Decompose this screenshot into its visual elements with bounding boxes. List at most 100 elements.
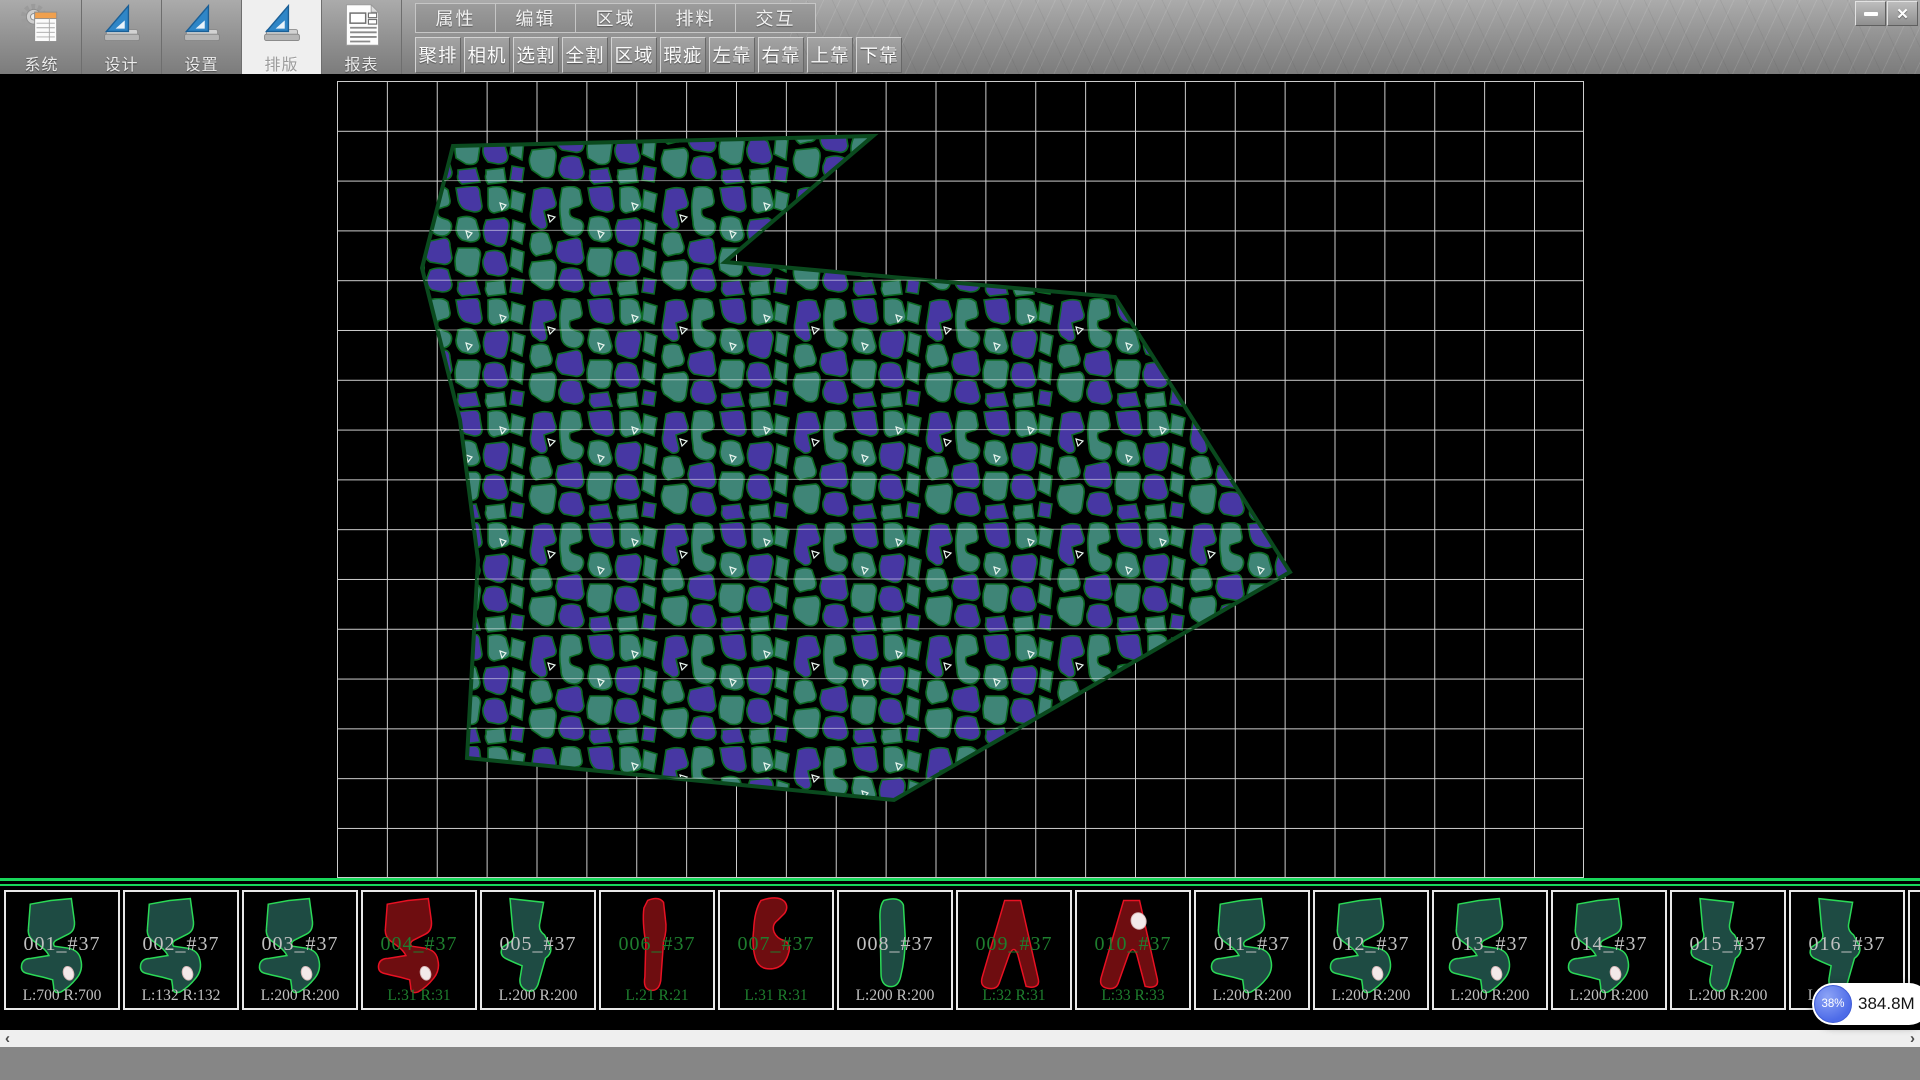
piece-thumbnail-2[interactable]: 002_#37 L:132 R:132	[123, 890, 239, 1010]
piece-lr-label: L:200 R:200	[1434, 987, 1546, 1005]
main-button-label: 报表	[344, 51, 378, 75]
accent-line	[0, 884, 1920, 886]
piece-name-label: 015_#37	[1672, 933, 1784, 956]
main-button-2[interactable]: 设计	[82, 0, 162, 74]
main-button-5[interactable]: 报表	[322, 0, 402, 74]
action-button-5[interactable]: 区域	[611, 37, 657, 73]
piece-lr-label: L:200 R:200	[1315, 987, 1427, 1005]
piece-name-label: 014_#37	[1553, 933, 1665, 956]
piece-name-label: 011_#37	[1196, 933, 1308, 956]
piece-thumbnail-4[interactable]: 004_#37 L:31 R:31	[361, 890, 477, 1010]
piece-thumbnail-12[interactable]: 012_#37 L:200 R:200	[1313, 890, 1429, 1010]
piece-lr-label: L:31 R:31	[720, 987, 832, 1005]
piece-thumbnail-10[interactable]: 010_#37 L:33 R:33	[1075, 890, 1191, 1010]
status-bar	[0, 1047, 1920, 1080]
action-button-4[interactable]: 全割	[562, 37, 608, 73]
main-button-4[interactable]: 排版	[242, 0, 322, 74]
minimize-button[interactable]	[1855, 1, 1886, 26]
triangle-ruler-icon	[260, 3, 304, 47]
piece-name-label: 002_#37	[125, 933, 237, 956]
action-button-6[interactable]: 瑕疵	[660, 37, 706, 73]
piece-thumbnail-6[interactable]: 006_#37 L:21 R:21	[599, 890, 715, 1010]
titlebar-texture	[790, 0, 1920, 74]
piece-lr-label: L:31 R:31	[363, 987, 475, 1005]
piece-lr-label: L:200 R:200	[482, 987, 594, 1005]
piece-thumbnail-15[interactable]: 015_#37 L:200 R:200	[1670, 890, 1786, 1010]
action-button-row: 聚排相机选割全割区域瑕疵左靠右靠上靠下靠	[415, 37, 902, 73]
action-button-8[interactable]: 右靠	[758, 37, 804, 73]
piece-thumbnail-7[interactable]: 007_#37 L:31 R:31	[718, 890, 834, 1010]
action-button-7[interactable]: 左靠	[709, 37, 755, 73]
action-button-3[interactable]: 选割	[513, 37, 559, 73]
piece-thumbnail-14[interactable]: 014_#37 L:200 R:200	[1551, 890, 1667, 1010]
scroll-left-arrow-icon[interactable]: ‹	[0, 1030, 15, 1047]
application-window: 系统设计设置排版报表 属性编辑区域排料交互 聚排相机选割全割区域瑕疵左靠右靠上靠…	[0, 0, 1920, 1080]
triangle-ruler-icon	[100, 3, 144, 47]
menu-button-row: 属性编辑区域排料交互	[415, 3, 816, 33]
triangle-ruler-icon	[180, 3, 224, 47]
action-button-9[interactable]: 上靠	[807, 37, 853, 73]
piece-name-label: 006_#37	[601, 933, 713, 956]
piece-lr-label: L:200 R:200	[1672, 987, 1784, 1005]
accent-line	[0, 878, 1920, 881]
menu-button-2[interactable]: 编辑	[496, 4, 576, 32]
memory-usage-label: 384.8M	[1858, 983, 1915, 1025]
piece-name-label: 008_#37	[839, 933, 951, 956]
piece-name-label: 010_#37	[1077, 933, 1189, 956]
piece-thumbnail-3[interactable]: 003_#37 L:200 R:200	[242, 890, 358, 1010]
piece-lr-label: L:200 R:200	[1553, 987, 1665, 1005]
piece-thumbnail-13[interactable]: 013_#37 L:200 R:200	[1432, 890, 1548, 1010]
menu-button-3[interactable]: 区域	[576, 4, 656, 32]
piece-lr-label: L:200 R:200	[1196, 987, 1308, 1005]
piece-name-label: 012_#37	[1315, 933, 1427, 956]
piece-name-label: 007_#37	[720, 933, 832, 956]
window-controls: ✕	[1855, 1, 1918, 26]
main-button-label: 设置	[184, 51, 218, 75]
action-button-1[interactable]: 聚排	[415, 37, 461, 73]
scroll-right-arrow-icon[interactable]: ›	[1905, 1030, 1920, 1047]
piece-lr-label: L:21 R:21	[601, 987, 713, 1005]
piece-lr-label: L:32 R:31	[958, 987, 1070, 1005]
main-button-group: 系统 设计 设置 排版 报表	[2, 0, 402, 74]
piece-thumbnail-bar: 001_#37 L:700 R:700 002_#37 L:132 R:132 003_…	[0, 878, 1920, 1030]
action-button-2[interactable]: 相机	[464, 37, 510, 73]
piece-thumbnail-9[interactable]: 009_#37 L:32 R:31	[956, 890, 1072, 1010]
piece-thumbnail-8[interactable]: 008_#37 L:200 R:200	[837, 890, 953, 1010]
menu-button-5[interactable]: 交互	[736, 4, 815, 32]
piece-name-label: 005_#37	[482, 933, 594, 956]
piece-name-label: 009_#37	[958, 933, 1070, 956]
main-button-1[interactable]: 系统	[2, 0, 82, 74]
main-button-label: 排版	[264, 51, 298, 75]
system-gear-doc-icon	[20, 3, 64, 47]
piece-name-label: 016_#37	[1791, 933, 1903, 956]
main-button-label: 系统	[24, 51, 58, 75]
status-badge: 38% 384.8M	[1812, 983, 1920, 1025]
piece-thumbnail-1[interactable]: 001_#37 L:700 R:700	[4, 890, 120, 1010]
action-button-10[interactable]: 下靠	[856, 37, 902, 73]
menu-button-1[interactable]: 属性	[416, 4, 496, 32]
menu-button-4[interactable]: 排料	[656, 4, 736, 32]
top-toolbar: 系统设计设置排版报表 属性编辑区域排料交互 聚排相机选割全割区域瑕疵左靠右靠上靠…	[0, 0, 1920, 75]
scrollbar-track[interactable]	[15, 1030, 1905, 1047]
main-button-label: 设计	[104, 51, 138, 75]
minimize-icon	[1864, 12, 1878, 16]
piece-lr-label: L:200 R:200	[244, 987, 356, 1005]
piece-thumbnail-5[interactable]: 005_#37 L:200 R:200	[480, 890, 596, 1010]
piece-thumbnail-11[interactable]: 011_#37 L:200 R:200	[1194, 890, 1310, 1010]
piece-name-label: 001_#37	[6, 933, 118, 956]
report-doc-icon	[340, 3, 384, 47]
horizontal-scrollbar[interactable]: ‹ ›	[0, 1030, 1920, 1047]
piece-name-label: 013_#37	[1434, 933, 1546, 956]
piece-lr-label: L:700 R:700	[6, 987, 118, 1005]
thumbnail-row: 001_#37 L:700 R:700 002_#37 L:132 R:132 003_…	[4, 890, 1920, 1010]
progress-percent-badge: 38%	[1814, 985, 1852, 1023]
main-button-3[interactable]: 设置	[162, 0, 242, 74]
piece-lr-label: L:200 R:200	[839, 987, 951, 1005]
piece-lr-label: L:33 R:33	[1077, 987, 1189, 1005]
leather-hide-shape[interactable]	[422, 136, 1290, 800]
close-icon: ✕	[1896, 5, 1909, 23]
piece-name-label: 004_#37	[363, 933, 475, 956]
close-button[interactable]: ✕	[1887, 1, 1918, 26]
piece-name-label: 003_#37	[244, 933, 356, 956]
piece-lr-label: L:132 R:132	[125, 987, 237, 1005]
